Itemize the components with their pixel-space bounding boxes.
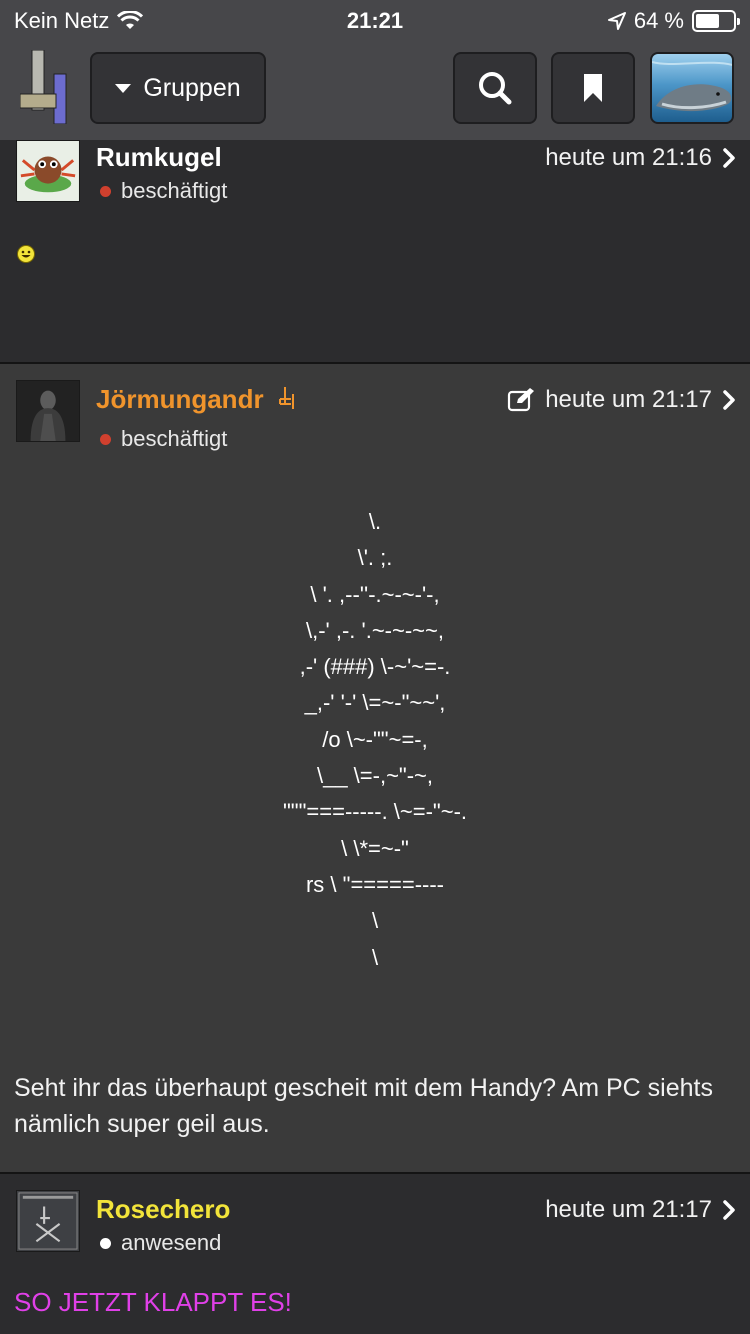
whale-avatar-image [652, 61, 732, 112]
status-label: beschäftigt [121, 178, 228, 203]
user-avatar[interactable] [16, 1190, 80, 1252]
ascii-art-line: \. [368, 509, 382, 534]
user-avatar[interactable] [16, 140, 80, 202]
user-status: beschäftigt [100, 178, 227, 204]
bookmark-icon [584, 74, 602, 102]
battery-icon [692, 10, 740, 32]
timestamp-label: heute um 21:16 [545, 144, 712, 171]
ascii-art-line: \ \*=~-" [341, 835, 409, 861]
chevron-right-icon [723, 148, 735, 168]
post-item: Rosechero anwesend heute um 21:17 SO JET… [0, 1174, 750, 1334]
ascii-art-line: \__ \=-,~"-~, [316, 763, 434, 789]
user-avatar[interactable] [16, 380, 80, 442]
user-avatar-button[interactable] [650, 52, 734, 124]
ascii-art-block: \. \'. ;. \ '. ,--''-.~-~-'-, \,-' ,-. '.~-… [0, 504, 750, 976]
post-timestamp-link[interactable]: heute um 21:17 [507, 386, 736, 414]
battery-percent: 64 % [633, 8, 684, 33]
rank-logo-icon [278, 387, 294, 409]
ascii-art-line: \,-' ,-. '.~-~-~~, [306, 617, 444, 643]
post-item: Rumkugel beschäftigt heute um 21:16 [0, 140, 750, 362]
chevron-right-icon [723, 1200, 735, 1220]
ascii-art-line: rs \ "=====---- [305, 871, 444, 897]
search-button[interactable] [453, 52, 537, 124]
groups-label: Gruppen [143, 73, 241, 102]
ascii-art-line: \ [371, 908, 379, 934]
username[interactable]: Rosechero [96, 1194, 230, 1225]
ascii-art-line: _,-' '-' \=~-"~~', [304, 690, 446, 716]
battery-nub [737, 18, 740, 25]
status-label: beschäftigt [121, 426, 228, 451]
app-logo-icon[interactable] [20, 50, 70, 124]
edit-icon [508, 388, 535, 412]
status-dot-icon [100, 433, 111, 445]
search-icon [479, 72, 512, 105]
ascii-art-line: \ '. ,--''-.~-~-'-, [310, 581, 440, 607]
post-timestamp-link[interactable]: heute um 21:16 [545, 144, 736, 172]
timestamp-label: heute um 21:17 [545, 1196, 712, 1223]
ascii-art-line: \ [371, 944, 379, 970]
status-dot-icon [100, 1237, 111, 1249]
nav-bar: Gruppen [0, 40, 750, 140]
post-item: Jörmungandr beschäftigt heute um 21:17 \… [0, 364, 750, 1172]
post-body-text: SO JETZT KLAPPT ES! [14, 1287, 292, 1317]
post-timestamp-link[interactable]: heute um 21:17 [545, 1196, 736, 1224]
ascii-art-line: \'. ;. [357, 545, 393, 571]
ascii-art-line: """===-----. \~=-"~-. [282, 799, 468, 825]
location-arrow-icon [607, 12, 626, 30]
ascii-art-line: ,-' (###) \-~'~=-. [299, 654, 451, 680]
bookmark-button[interactable] [551, 52, 635, 124]
user-status: anwesend [100, 1230, 221, 1256]
chevron-right-icon [723, 390, 735, 410]
status-dot-icon [100, 185, 111, 197]
user-status: beschäftigt [100, 426, 227, 452]
groups-button[interactable]: Gruppen [90, 52, 266, 124]
smiley-emoji-icon [17, 245, 35, 263]
username-label: Jörmungandr [96, 384, 264, 414]
username[interactable]: Rumkugel [96, 142, 222, 173]
ascii-art-line: /o \~-""~=-, [322, 726, 428, 752]
post-body-text: Seht ihr das überhaupt gescheit mit dem … [14, 1074, 713, 1138]
caret-down-icon [115, 83, 132, 93]
status-label: anwesend [121, 1230, 222, 1255]
status-right: 64 % [607, 8, 740, 34]
username[interactable]: Jörmungandr [96, 384, 299, 415]
status-bar: Kein Netz 21:21 64 % [0, 0, 750, 40]
battery-fill [696, 14, 719, 28]
timestamp-label: heute um 21:17 [545, 386, 712, 413]
